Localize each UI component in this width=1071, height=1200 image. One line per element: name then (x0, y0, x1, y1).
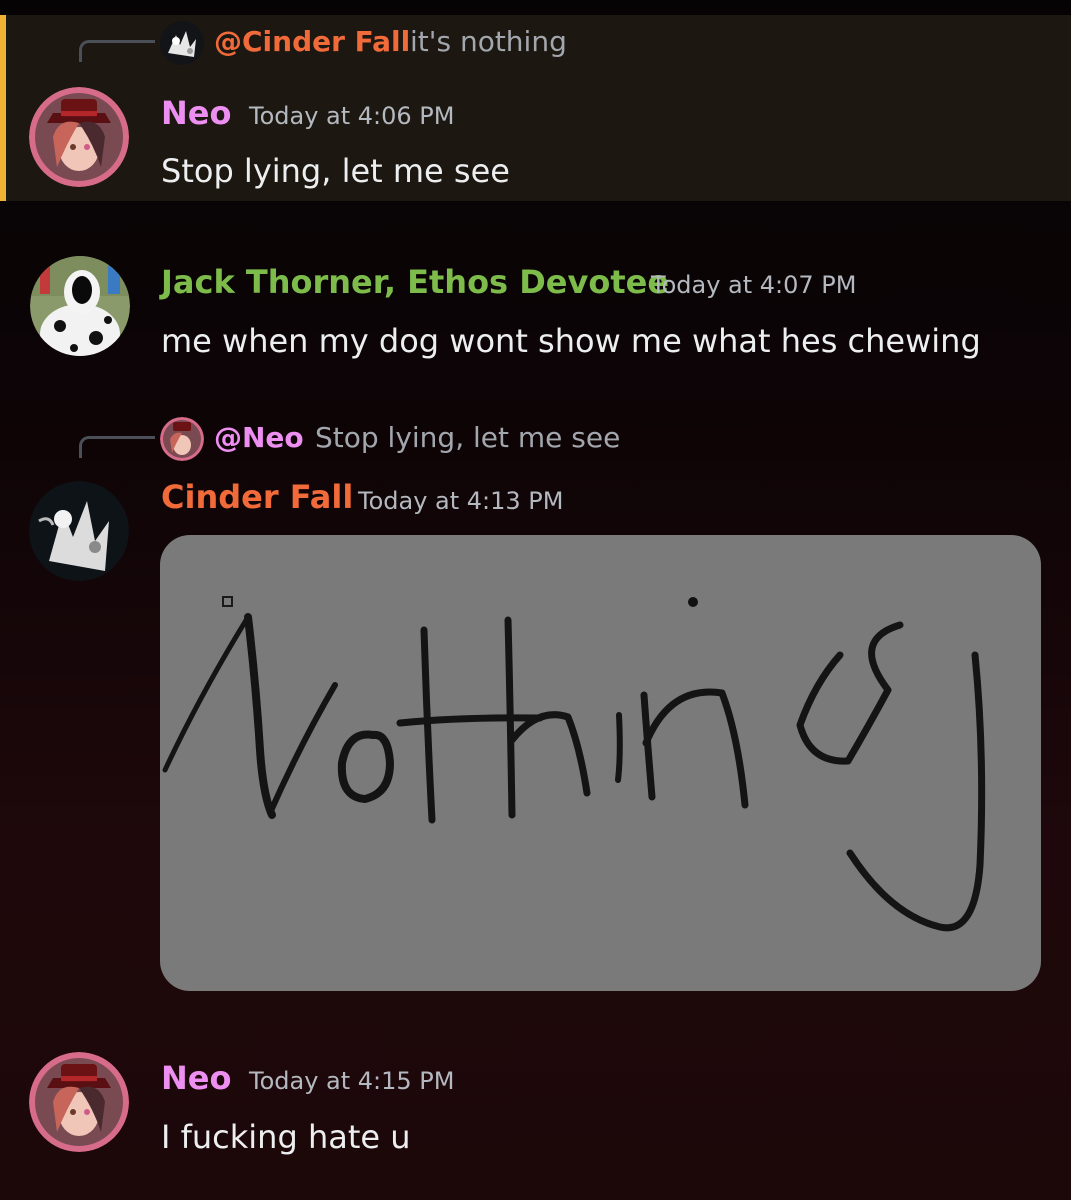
cinder-fall-avatar-icon[interactable] (160, 21, 204, 65)
neo-avatar-icon[interactable] (29, 87, 129, 187)
message-timestamp: Today at 4:15 PM (249, 1067, 455, 1095)
reply-mention[interactable]: @Neo (214, 421, 304, 454)
reply-preview-text[interactable]: Stop lying, let me see (315, 421, 620, 454)
neo-avatar-icon[interactable] (160, 417, 204, 461)
neo-avatar-icon[interactable] (29, 1052, 129, 1152)
message-author[interactable]: Jack Thorner, Ethos Devotee (161, 263, 669, 301)
jack-thorner-avatar-icon[interactable] (30, 256, 130, 356)
message-author[interactable]: Neo (161, 1059, 231, 1097)
image-attachment[interactable] (160, 535, 1041, 991)
message-author[interactable]: Cinder Fall (161, 478, 353, 516)
message-timestamp: Today at 4:07 PM (651, 271, 857, 299)
reply-connector (79, 436, 155, 458)
reply-preview-text[interactable]: it's nothing (410, 25, 567, 58)
message-text: I fucking hate u (161, 1118, 411, 1156)
mention-highlight-bar (0, 15, 6, 201)
reply-connector (79, 40, 155, 62)
message-author[interactable]: Neo (161, 94, 231, 132)
message-timestamp: Today at 4:06 PM (249, 102, 455, 130)
message-text: Stop lying, let me see (161, 152, 510, 190)
message-text: me when my dog wont show me what hes che… (161, 322, 981, 360)
reply-mention[interactable]: @Cinder Fall (214, 25, 410, 58)
handwritten-nothing-drawing (162, 596, 986, 932)
message-timestamp: Today at 4:13 PM (358, 487, 564, 515)
cinder-fall-avatar-icon[interactable] (29, 481, 129, 581)
